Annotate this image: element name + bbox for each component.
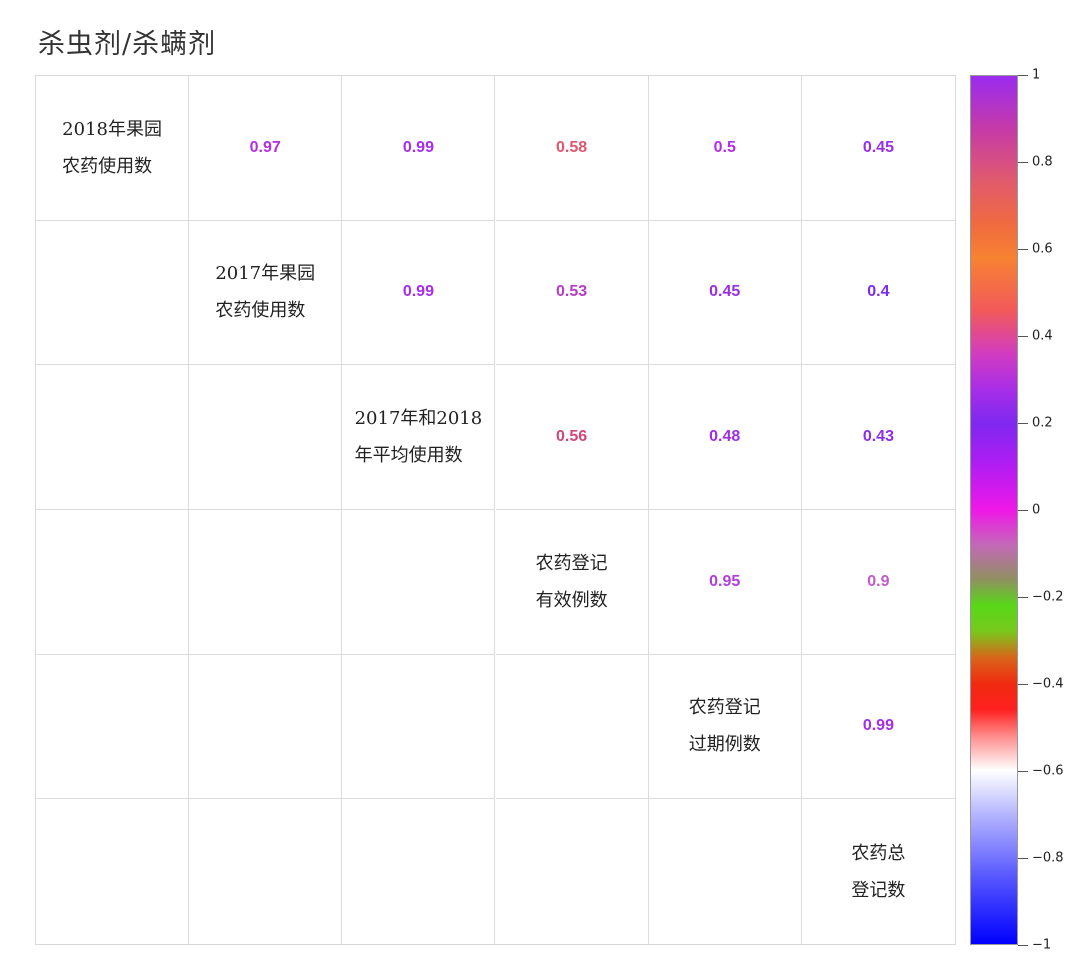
correlation-cell: 0.48 [648,365,802,510]
variable-label-cell: 农药登记 有效例数 [495,510,649,655]
variable-label-line: 登记数 [851,879,906,901]
colorbar-tick-label: −0.2 [1032,589,1064,605]
correlation-cell: 0.56 [495,365,649,510]
variable-label: 2018年果园 农药使用数 [62,111,162,185]
colorbar-tick-label: 0.2 [1032,415,1053,431]
variable-label-line: 2017年和2018 [354,408,483,430]
correlation-cell: 0.45 [648,220,802,366]
colorbar-tick-label: 0.4 [1032,328,1053,344]
chart-title: 杀虫剂/杀螨剂 [38,29,217,60]
correlation-cell: 0.99 [342,76,496,221]
variable-label: 2017年果园 农药使用数 [215,255,315,329]
empty-cell [342,799,496,944]
variable-label-line: 年平均使用数 [354,445,463,467]
variable-label-line: 农药使用数 [62,155,153,177]
colorbar-tick [1018,249,1028,250]
variable-label-line: 2017年果园 [215,263,316,285]
empty-cell [189,799,343,944]
variable-label-line: 农药登记 [688,697,761,719]
colorbar-tick-label: −1 [1032,937,1052,953]
empty-cell [36,365,190,510]
empty-cell [189,365,343,510]
correlation-value: 0.99 [402,283,434,301]
empty-cell [342,510,496,655]
correlation-value: 0.5 [713,138,736,156]
correlation-grid: 2018年果园 农药使用数 0.97 0.99 0.58 0.5 0.45 2017年果园 农药… [35,75,956,945]
correlation-cell: 0.5 [648,76,802,221]
correlation-cell: 0.45 [801,76,955,221]
variable-label-cell: 2017年和2018 年平均使用数 [342,365,496,510]
colorbar-tick [1018,510,1028,511]
colorbar-tick [1018,858,1028,859]
variable-label: 农药登记 有效例数 [536,545,608,619]
colorbar-tick-label: −0.8 [1032,850,1064,866]
empty-cell [342,654,496,800]
empty-cell [36,510,190,655]
correlation-cell: 0.58 [495,76,649,221]
correlation-value: 0.99 [862,717,894,735]
colorbar [970,75,1018,945]
colorbar-tick-label: 0.8 [1032,154,1053,170]
empty-cell [36,799,190,944]
variable-label: 农药总 登记数 [851,835,905,909]
colorbar-tick [1018,945,1028,946]
empty-cell [496,799,649,944]
correlation-value: 0.99 [402,138,434,156]
variable-label: 2017年和2018 年平均使用数 [355,400,483,474]
variable-label-cell: 2018年果园 农药使用数 [36,76,190,221]
correlation-value: 0.43 [862,428,894,446]
colorbar-tick-label: 0.6 [1032,241,1053,257]
variable-label-cell: 2017年果园 农药使用数 [189,220,343,366]
variable-label-line: 农药总 [851,842,906,864]
colorbar-tick-label: −0.4 [1032,676,1064,692]
correlation-cell: 0.9 [801,510,955,655]
correlation-value: 0.97 [249,138,281,156]
correlation-value: 0.48 [709,428,741,446]
correlation-value: 0.9 [867,572,890,590]
empty-cell [495,654,649,800]
variable-label: 农药登记 过期例数 [689,689,761,763]
colorbar-tick [1018,162,1028,163]
variable-label-cell: 农药登记 过期例数 [648,654,802,800]
correlation-cell: 0.95 [648,510,802,655]
empty-cell [36,654,190,800]
correlation-value: 0.53 [556,283,588,301]
variable-label-line: 2018年果园 [62,118,162,140]
colorbar-tick [1018,684,1028,685]
empty-cell [189,654,343,800]
empty-cell [36,220,190,366]
colorbar-tick [1018,336,1028,337]
colorbar-tick-label: 0 [1032,502,1041,518]
correlation-value: 0.95 [709,572,741,590]
variable-label-cell: 农药总 登记数 [802,799,955,944]
variable-label-line: 农药登记 [535,552,608,574]
variable-label-line: 过期例数 [688,734,761,756]
correlation-cell: 0.4 [801,221,955,366]
variable-label-line: 有效例数 [535,589,608,611]
correlation-value: 0.58 [556,138,588,156]
colorbar-tick [1018,75,1028,76]
correlation-value: 0.45 [862,138,894,156]
correlation-cell: 0.99 [801,655,955,800]
colorbar-tick-label: 1 [1032,67,1041,83]
colorbar-tick [1018,771,1028,772]
correlation-cell: 0.97 [189,76,343,221]
correlation-value: 0.56 [556,428,588,446]
correlation-value: 0.4 [867,283,890,301]
correlation-cell: 0.99 [342,220,496,366]
colorbar-tick [1018,423,1028,424]
correlation-value: 0.45 [709,283,741,301]
colorbar-tick-label: −0.6 [1032,763,1064,779]
empty-cell [189,510,343,655]
colorbar-tick [1018,597,1028,598]
correlation-cell: 0.43 [801,365,955,510]
variable-label-line: 农药使用数 [215,300,306,322]
correlation-cell: 0.53 [495,220,649,366]
empty-cell [649,799,802,944]
